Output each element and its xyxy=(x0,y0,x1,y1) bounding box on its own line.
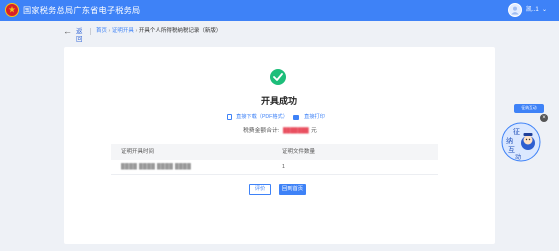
cell-issue-time: ████ ████ ████ ████ xyxy=(121,164,192,170)
column-header-time: 证明开具时间 xyxy=(121,149,155,155)
total-value: ███████ xyxy=(283,128,309,134)
nav-divider xyxy=(90,28,91,35)
total-unit: 元 xyxy=(311,128,317,134)
table-header: 证明开具时间 证明文件数量 xyxy=(111,144,438,160)
cell-file-count: 1 xyxy=(282,164,285,170)
chevron-down-icon[interactable]: ⌄ xyxy=(542,6,547,15)
back-label: 返回 xyxy=(76,28,83,43)
breadcrumb-certificate[interactable]: 证明开具 xyxy=(112,28,134,34)
site-title: 国家税务总局广东省电子税务局 xyxy=(23,6,141,15)
back-arrow-icon: ← xyxy=(63,26,72,36)
certificate-table: 证明开具时间 证明文件数量 ████ ████ ████ ████ 1 xyxy=(111,144,438,175)
back-to-home-button[interactable]: 回到首页 xyxy=(279,184,306,195)
assistant-glyph-c: 互 xyxy=(508,146,515,154)
evaluate-button[interactable]: 评价 xyxy=(249,184,271,195)
printer-icon xyxy=(293,115,299,120)
user-avatar-icon xyxy=(511,6,519,15)
nav-row xyxy=(0,21,559,42)
download-pdf-label: 直接下载（PDF格式） xyxy=(236,114,288,120)
total-label: 税费金额合计: xyxy=(243,128,280,134)
pdf-icon xyxy=(227,114,232,120)
user-name[interactable]: 凯..1 xyxy=(526,6,539,15)
national-emblem-icon xyxy=(5,3,19,17)
assistant-widget[interactable]: 征纳互动 × 征 纳 互 动 xyxy=(500,104,548,162)
breadcrumb-current: 开具个人所得税纳税记录（新版） xyxy=(138,28,222,34)
assistant-badge: 征纳互动 xyxy=(514,104,544,113)
user-avatar[interactable] xyxy=(508,3,522,17)
success-badge xyxy=(270,69,286,85)
assistant-glyph-d: 动 xyxy=(515,154,521,161)
success-title: 开具成功 xyxy=(260,96,297,106)
assistant-mascot-icon: 征 纳 互 动 xyxy=(501,122,541,162)
table-row: ████ ████ ████ ████ 1 xyxy=(111,160,438,175)
column-header-count: 证明文件数量 xyxy=(282,149,316,155)
check-icon xyxy=(273,73,283,81)
breadcrumb-home[interactable]: 首页 xyxy=(96,28,107,34)
assistant-glyph-a: 征 xyxy=(513,127,520,136)
breadcrumb: 首页 › 证明开具 › 开具个人所得税纳税记录（新版） xyxy=(96,28,221,35)
print-label: 直接打印 xyxy=(304,114,325,120)
assistant-glyph-b: 纳 xyxy=(506,136,513,145)
top-bar: 国家税务总局广东省电子税务局 凯..1 ⌄ xyxy=(0,0,559,21)
